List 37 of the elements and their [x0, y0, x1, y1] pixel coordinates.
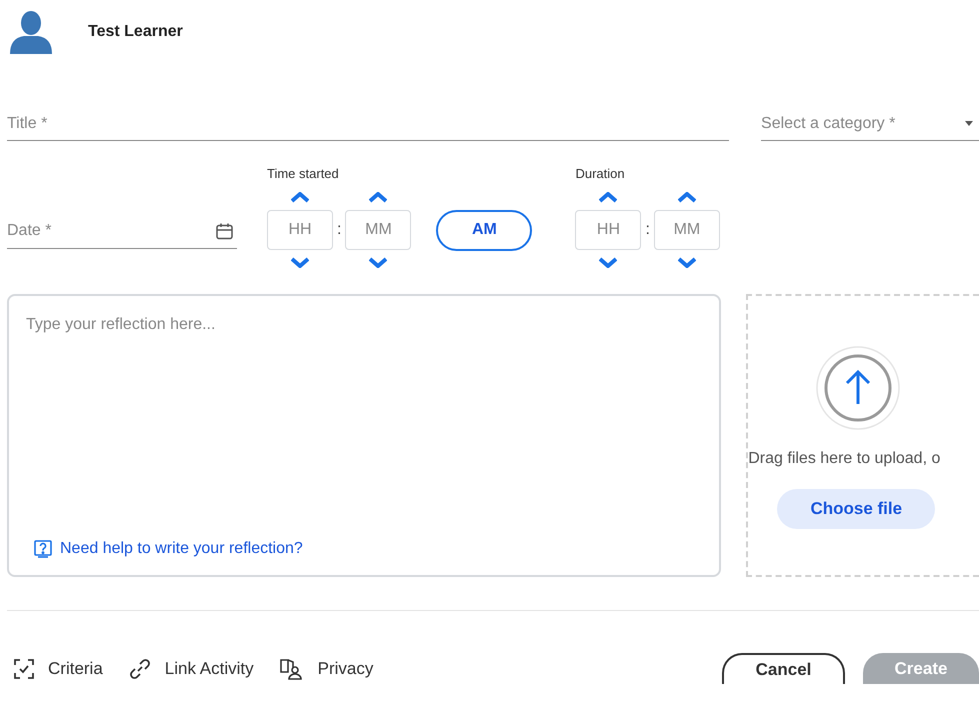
help-icon — [34, 540, 52, 558]
duration-label: Duration — [575, 165, 626, 183]
footer-action[interactable]: Link Activity — [164, 656, 254, 682]
link-icon — [128, 658, 151, 680]
time-separator: : — [645, 220, 650, 240]
chevron-down-icon[interactable] — [369, 257, 388, 268]
privacy-icon — [280, 658, 304, 680]
choose-file-button[interactable]: Choose file — [777, 489, 936, 529]
chevron-up-icon[interactable] — [369, 192, 388, 203]
dropdown-caret-icon — [965, 121, 973, 126]
am-pm-toggle[interactable]: AM — [436, 210, 532, 250]
reflection-textarea[interactable]: Type your reflection here... Need help to write your reflection? — [7, 294, 722, 577]
upload-dropzone[interactable]: Drag files here to upload, o Choose file — [746, 294, 979, 577]
time-started-label: Time started — [267, 165, 340, 183]
chevron-down-icon[interactable] — [678, 257, 696, 268]
chevron-up-icon[interactable] — [291, 192, 309, 203]
calendar-icon — [216, 222, 233, 240]
chevron-up-icon[interactable] — [678, 192, 696, 203]
checklist-frame-icon — [14, 658, 34, 678]
cancel-button[interactable]: Cancel — [722, 653, 845, 684]
chevron-up-icon[interactable] — [599, 192, 618, 203]
chevron-down-icon[interactable] — [599, 257, 618, 268]
time-separator: : — [337, 220, 342, 240]
footer-action[interactable]: Criteria — [48, 656, 103, 682]
hours-field[interactable]: HH — [267, 210, 333, 250]
user-name: Test Learner — [88, 22, 183, 42]
chevron-down-icon[interactable] — [291, 257, 309, 268]
minutes-field[interactable]: MM — [654, 210, 720, 250]
category-select[interactable]: Select a category * — [761, 107, 979, 141]
date-field[interactable]: Date * — [7, 214, 237, 249]
footer-action[interactable]: Privacy — [318, 656, 374, 682]
hours-field[interactable]: HH — [575, 210, 642, 250]
minutes-field[interactable]: MM — [345, 210, 412, 250]
help-link[interactable]: Need help to write your reflection? — [60, 537, 303, 561]
user-avatar-icon — [10, 10, 52, 54]
title-field[interactable]: Title * — [7, 107, 730, 141]
upload-instructions: Drag files here to upload, o — [748, 449, 940, 469]
